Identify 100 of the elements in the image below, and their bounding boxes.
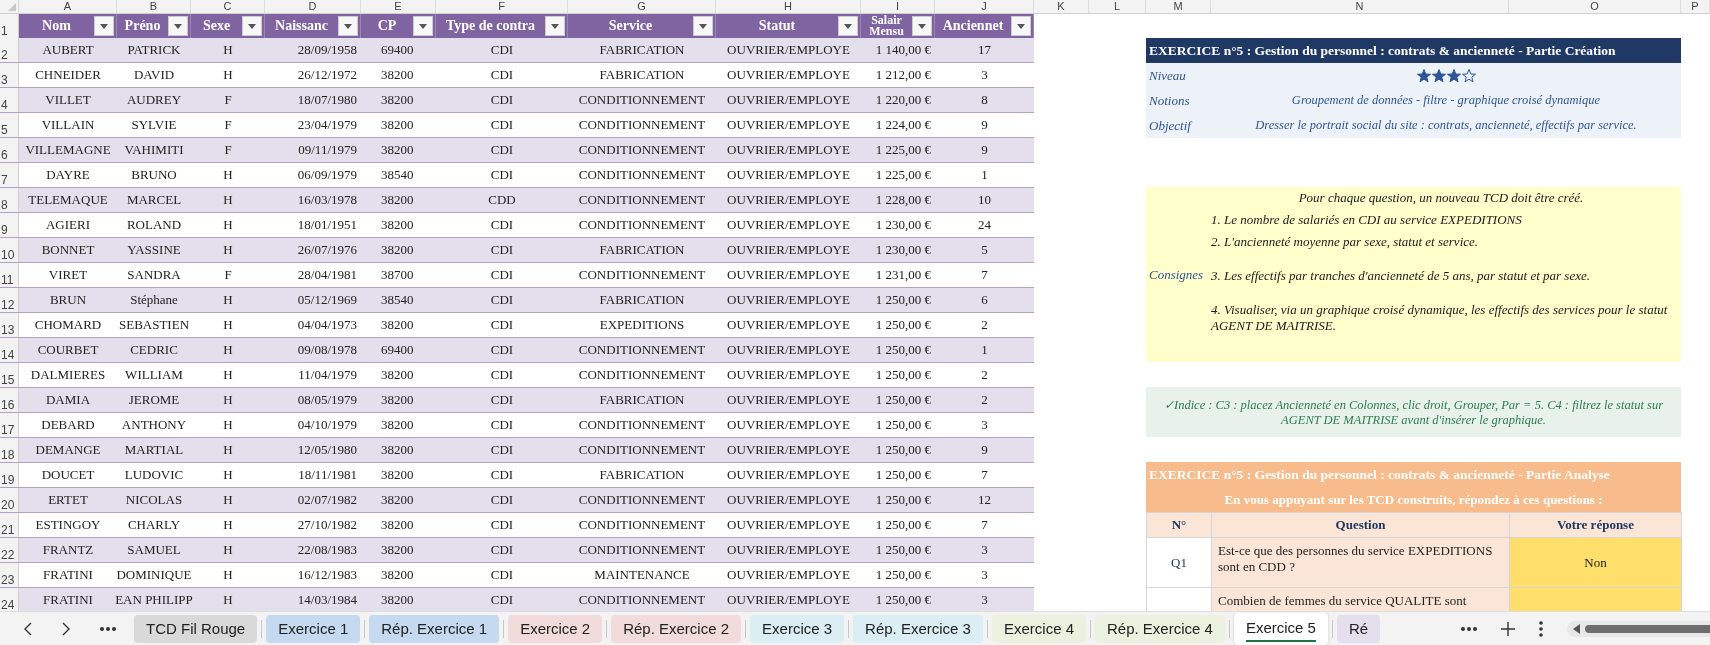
row-number[interactable]: 3 xyxy=(0,63,19,87)
column-letter[interactable]: L xyxy=(1089,0,1146,13)
row-number[interactable]: 6 xyxy=(0,138,19,162)
table-cell-text: 23/04/1979 xyxy=(296,116,358,134)
filter-button[interactable] xyxy=(693,16,713,36)
row-number[interactable]: 18 xyxy=(0,438,19,462)
filter-button[interactable] xyxy=(338,16,358,36)
table-cell-text: CEDRIC xyxy=(129,341,179,359)
row-number[interactable]: 11 xyxy=(0,263,19,287)
column-letter[interactable]: A xyxy=(19,0,117,13)
answer-cell[interactable]: Non xyxy=(1509,537,1682,588)
row-number[interactable]: 10 xyxy=(0,238,19,262)
row-number[interactable]: 14 xyxy=(0,338,19,362)
row-number[interactable]: 22 xyxy=(0,538,19,562)
column-heading: Votre réponse xyxy=(1509,512,1682,538)
filter-button[interactable] xyxy=(242,16,262,36)
chevron-right-icon[interactable] xyxy=(62,621,70,636)
table-cell-text: 3 xyxy=(980,566,989,584)
sheet-tab[interactable]: Rép. Exercice 4 xyxy=(1095,614,1225,643)
filter-button[interactable] xyxy=(1011,16,1031,36)
row-number[interactable]: 15 xyxy=(0,363,19,387)
star-icon xyxy=(1416,69,1431,84)
row-number[interactable]: 23 xyxy=(0,563,19,587)
table-cell-text: 12/05/1980 xyxy=(296,441,358,459)
table-cell-text: CONDITIONNEMENT xyxy=(577,416,707,434)
sheet-tab[interactable]: Exercice 5 xyxy=(1233,612,1328,645)
table-cell-text: 1 250,00 € xyxy=(874,466,932,484)
sheet-tab[interactable]: TCD Fil Rouge xyxy=(134,614,258,643)
row-number[interactable]: 7 xyxy=(0,163,19,187)
row-number[interactable]: 5 xyxy=(0,113,19,137)
table-cell-text: CHARLY xyxy=(126,516,182,534)
row-number[interactable]: 13 xyxy=(0,313,19,337)
column-letter[interactable]: M xyxy=(1146,0,1211,13)
column-letter[interactable]: P xyxy=(1681,0,1710,13)
column-letter[interactable]: O xyxy=(1509,0,1681,13)
filter-button[interactable] xyxy=(413,16,433,36)
row-number[interactable]: 20 xyxy=(0,488,19,512)
sheet-tab[interactable]: Exercice 2 xyxy=(508,614,603,643)
horizontal-scrollbar[interactable] xyxy=(1567,620,1710,637)
column-heading: Question xyxy=(1211,512,1510,538)
row-number[interactable]: 21 xyxy=(0,513,19,537)
row-number[interactable]: 8 xyxy=(0,188,19,212)
column-letter[interactable]: C xyxy=(191,0,265,13)
row-number[interactable]: 1 xyxy=(0,14,19,38)
column-letter[interactable]: I xyxy=(861,0,935,13)
row-number[interactable]: 19 xyxy=(0,463,19,487)
more-icon[interactable] xyxy=(1461,626,1477,631)
row-number[interactable]: 12 xyxy=(0,288,19,312)
sheet-tab[interactable]: Rép. Exercice 2 xyxy=(611,614,742,643)
row-number[interactable]: 24 xyxy=(0,588,19,611)
table-cell-text: FABRICATION xyxy=(598,66,686,84)
table-cell-text: FABRICATION xyxy=(598,466,686,484)
filter-button[interactable] xyxy=(838,16,858,36)
plus-icon[interactable] xyxy=(1501,621,1515,636)
filter-button[interactable] xyxy=(168,16,188,36)
column-letter[interactable]: B xyxy=(117,0,191,13)
column-letter[interactable]: N xyxy=(1211,0,1509,13)
row-number[interactable]: 4 xyxy=(0,88,19,112)
sheet-tab[interactable]: Exercice 1 xyxy=(266,614,361,643)
info-label: Niveau xyxy=(1148,67,1187,84)
filter-button[interactable] xyxy=(94,16,114,36)
sheet-tab[interactable]: Exercice 3 xyxy=(750,614,845,643)
column-letter[interactable]: G xyxy=(568,0,716,13)
table-cell-text: H xyxy=(222,291,234,309)
column-letter[interactable]: K xyxy=(1034,0,1089,13)
column-letter[interactable]: J xyxy=(935,0,1034,13)
vertical-more-icon[interactable] xyxy=(1539,620,1543,637)
row-number[interactable]: 9 xyxy=(0,213,19,237)
table-cell-text: LUDOVIC xyxy=(123,466,185,484)
sheet-tab[interactable]: Ré xyxy=(1336,614,1381,643)
sheet-tab[interactable]: Rép. Exercice 1 xyxy=(369,614,500,643)
table-cell-text: YASSINE xyxy=(126,241,182,259)
table-cell-text: OUVRIER/EMPLOYE xyxy=(726,41,851,59)
table-cell-text: 38540 xyxy=(380,166,415,184)
table-cell-text: CDI xyxy=(489,316,515,334)
row-number[interactable]: 16 xyxy=(0,388,19,412)
question-text: Combien de femmes du service QUALITE sont xyxy=(1211,587,1510,611)
table-cell-text: FABRICATION xyxy=(598,41,686,59)
scroll-left-icon[interactable] xyxy=(1573,623,1580,634)
table-cell-text: 06/09/1979 xyxy=(296,166,358,184)
column-letter[interactable]: D xyxy=(265,0,361,13)
table-cell-text: CDI xyxy=(489,466,515,484)
star-icon xyxy=(1461,69,1476,84)
column-letter[interactable]: E xyxy=(361,0,436,13)
row-number[interactable]: 17 xyxy=(0,413,19,437)
table-cell-text: H xyxy=(222,516,234,534)
table-cell-text: 1 250,00 € xyxy=(874,291,932,309)
row-number[interactable]: 2 xyxy=(0,38,19,62)
table-cell-text: CDI xyxy=(489,266,515,284)
more-icon[interactable] xyxy=(100,626,116,631)
sheet-tab[interactable]: Exercice 4 xyxy=(991,614,1086,643)
filter-button[interactable] xyxy=(912,16,932,36)
sheet-tab[interactable]: Rép. Exercice 3 xyxy=(853,614,983,643)
chevron-left-icon[interactable] xyxy=(24,621,32,636)
table-cell-text: 38200 xyxy=(380,541,415,559)
table-cell-text: F xyxy=(223,141,233,159)
column-letter[interactable]: H xyxy=(716,0,861,13)
filter-button[interactable] xyxy=(545,16,565,36)
column-letter[interactable]: F xyxy=(436,0,568,13)
table-cell-text: CONDITIONNEMENT xyxy=(577,216,707,234)
